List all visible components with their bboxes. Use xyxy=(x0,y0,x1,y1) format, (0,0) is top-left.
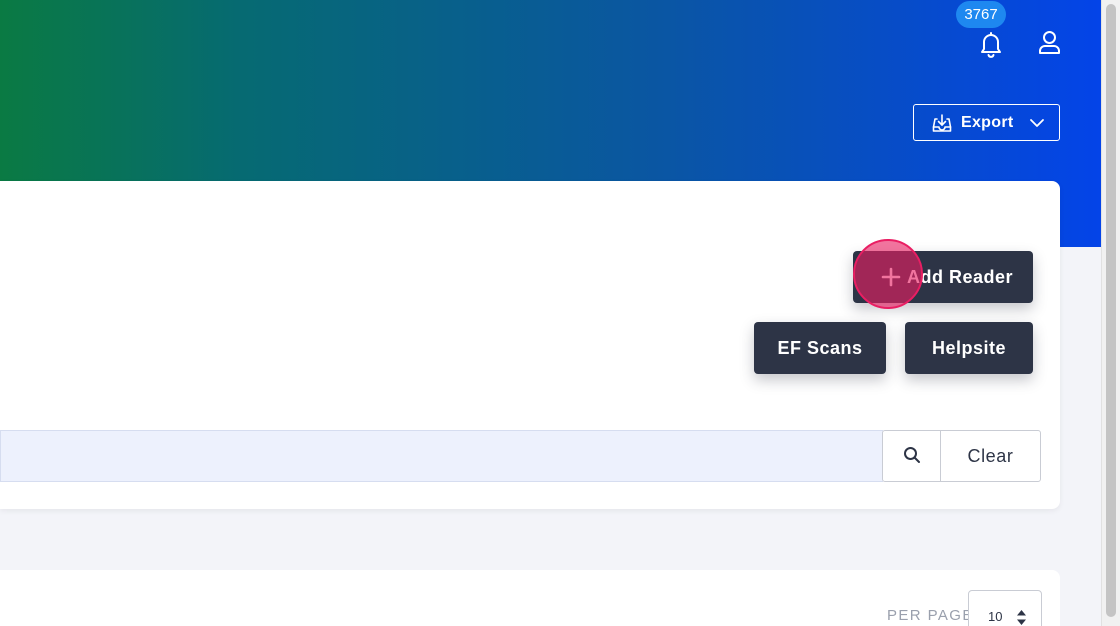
search-button[interactable] xyxy=(882,430,941,482)
notification-count-badge: 3767 xyxy=(956,1,1006,28)
chevron-down-icon xyxy=(1029,115,1045,131)
helpsite-button[interactable]: Helpsite xyxy=(905,322,1033,374)
per-page-label: PER PAGE xyxy=(887,607,974,624)
add-reader-label: Add Reader xyxy=(907,266,1014,287)
plus-icon xyxy=(881,267,901,287)
export-button[interactable]: Export xyxy=(913,104,1060,141)
per-page-value: 10 xyxy=(988,609,1003,624)
search-icon xyxy=(903,446,921,467)
search-input[interactable] xyxy=(0,430,883,482)
page-scrollbar[interactable] xyxy=(1101,0,1120,626)
add-reader-button[interactable]: Add Reader xyxy=(853,251,1033,303)
download-icon xyxy=(932,113,952,133)
scrollbar-thumb[interactable] xyxy=(1106,4,1116,617)
sort-arrows-icon xyxy=(1016,609,1027,626)
bell-icon[interactable] xyxy=(976,29,1006,59)
per-page-select[interactable]: 10 xyxy=(968,590,1042,626)
user-icon[interactable] xyxy=(1036,29,1063,56)
ef-scans-button[interactable]: EF Scans xyxy=(754,322,886,374)
clear-button[interactable]: Clear xyxy=(940,430,1041,482)
export-label: Export xyxy=(961,113,1014,131)
